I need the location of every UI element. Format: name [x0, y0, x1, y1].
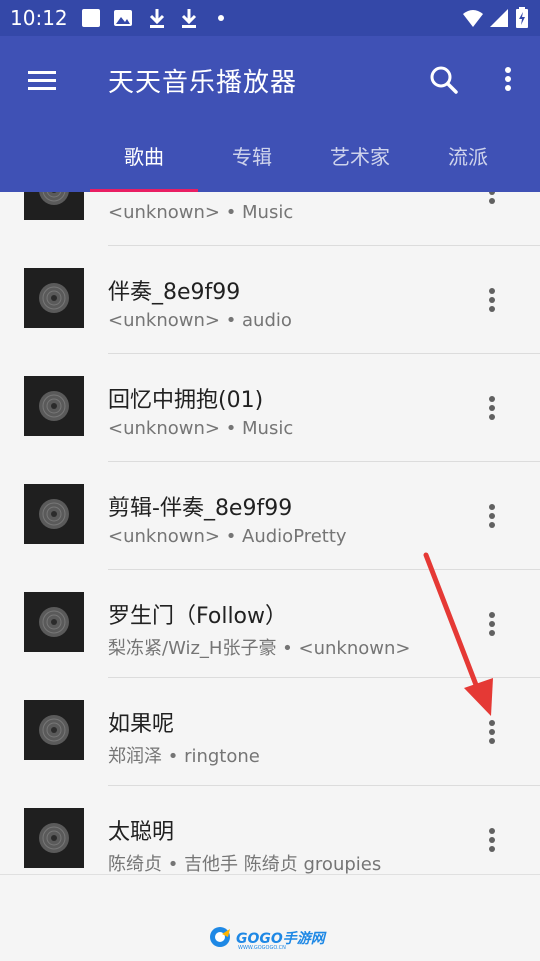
status-time: 10:12	[10, 6, 68, 30]
song-more-options-icon[interactable]	[476, 608, 508, 640]
song-more-options-icon[interactable]	[476, 716, 508, 748]
song-artist: 郑润泽	[108, 746, 162, 767]
app-bar: 天天音乐播放器 歌曲 专辑 艺术家 流派	[0, 36, 540, 192]
song-artist: 陈绮贞	[108, 854, 162, 874]
song-row[interactable]: 如果呢 郑润泽 • ringtone	[0, 678, 540, 786]
download-icon-2	[181, 9, 197, 28]
tab-albums[interactable]: 专辑	[198, 126, 306, 192]
song-album: Music	[242, 202, 294, 223]
download-icon	[149, 9, 165, 28]
song-title: 太聪明	[108, 820, 175, 845]
song-more-options-icon[interactable]	[476, 392, 508, 424]
song-meta: <unknown> • Music	[108, 202, 293, 223]
search-icon[interactable]	[424, 60, 464, 100]
song-album: <unknown>	[298, 638, 411, 659]
more-options-icon[interactable]	[488, 60, 528, 100]
song-title: 如果呢	[108, 712, 175, 737]
song-meta: 陈绮贞 • 吉他手 陈绮贞 groupies	[108, 850, 381, 874]
song-more-options-icon[interactable]	[476, 192, 508, 208]
song-more-options-icon[interactable]	[476, 824, 508, 856]
image-icon	[114, 10, 132, 26]
battery-icon	[516, 7, 528, 28]
meta-separator: •	[276, 638, 299, 659]
song-artist: <unknown>	[108, 526, 220, 547]
song-title: 伴奏_8e9f99	[108, 280, 241, 305]
tab-bar: 歌曲 专辑 艺术家 流派	[0, 126, 540, 192]
song-row[interactable]: 伴奏_8e9f99 <unknown> • audio	[0, 246, 540, 354]
tab-genres[interactable]: 流派	[414, 126, 522, 192]
song-row[interactable]: 罗生门（Follow） 梨冻紧/Wiz_H张子豪 • <unknown>	[0, 570, 540, 678]
song-artist: <unknown>	[108, 418, 220, 439]
app-title: 天天音乐播放器	[108, 68, 298, 98]
album-art-icon	[24, 376, 84, 436]
tab-artists[interactable]: 艺术家	[306, 126, 414, 192]
song-album: ringtone	[184, 746, 260, 767]
album-art-icon	[24, 484, 84, 544]
song-title: 回忆中拥抱(01)	[108, 388, 264, 413]
wifi-icon	[463, 10, 483, 27]
watermark-subtext: WWW.GOGOGO.CN	[238, 945, 286, 951]
song-row[interactable]: 太聪明 陈绮贞 • 吉他手 陈绮贞 groupies	[0, 786, 540, 874]
song-album: audio	[242, 310, 292, 331]
song-meta: <unknown> • audio	[108, 310, 292, 331]
album-art-icon	[24, 700, 84, 760]
watermark-logo-icon	[210, 927, 230, 947]
song-meta: 梨冻紧/Wiz_H张子豪 • <unknown>	[108, 634, 410, 660]
song-album: AudioPretty	[242, 526, 347, 547]
song-row[interactable]: 剪辑-伴奏_8e9f99 <unknown> • AudioPretty	[0, 462, 540, 570]
song-row[interactable]: 回忆中拥抱(01) <unknown> • Music	[0, 354, 540, 462]
notification-square-icon	[82, 9, 100, 27]
meta-separator: •	[219, 526, 243, 547]
dot-icon	[218, 15, 224, 21]
song-artist: <unknown>	[108, 310, 220, 331]
status-bar: 10:12	[0, 0, 540, 36]
song-artist: <unknown>	[108, 202, 220, 223]
song-album: Music	[242, 418, 294, 439]
bottom-area: GOGO手游网 WWW.GOGOGO.CN	[0, 874, 540, 961]
album-art-icon	[24, 592, 84, 652]
song-row[interactable]: <unknown> • Music	[0, 192, 540, 246]
meta-separator: •	[219, 310, 243, 331]
album-art-icon	[24, 268, 84, 328]
album-art-icon	[24, 808, 84, 868]
song-title: 罗生门（Follow）	[108, 604, 288, 629]
song-meta: 郑润泽 • ringtone	[108, 742, 260, 768]
song-meta: <unknown> • AudioPretty	[108, 526, 347, 547]
signal-icon	[490, 9, 508, 27]
meta-separator: •	[219, 418, 243, 439]
song-artist: 梨冻紧/Wiz_H张子豪	[108, 638, 277, 659]
song-list[interactable]: <unknown> • Music 伴奏_8e9f99 <unknown> • …	[0, 192, 540, 874]
song-more-options-icon[interactable]	[476, 284, 508, 316]
menu-icon[interactable]	[22, 60, 62, 100]
song-more-options-icon[interactable]	[476, 500, 508, 532]
song-album: 吉他手 陈绮贞 groupies	[184, 854, 382, 874]
meta-separator: •	[162, 854, 185, 874]
meta-separator: •	[219, 202, 243, 223]
meta-separator: •	[162, 746, 185, 767]
tab-songs[interactable]: 歌曲	[90, 126, 198, 192]
song-title: 剪辑-伴奏_8e9f99	[108, 496, 293, 521]
song-meta: <unknown> • Music	[108, 418, 293, 439]
album-art-icon	[24, 192, 84, 220]
